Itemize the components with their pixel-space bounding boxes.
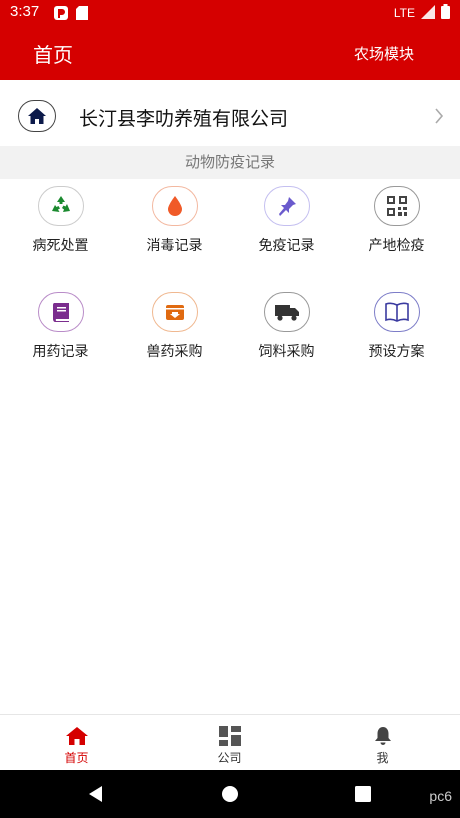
grid-label: 消毒记录 <box>146 238 203 254</box>
network-type: LTE <box>393 6 415 20</box>
farm-module-button[interactable]: 农场模块 <box>354 43 414 64</box>
open-book-icon <box>373 292 420 332</box>
nav-item-me[interactable]: 我 <box>306 715 459 771</box>
section-title: 动物防疫记录 <box>0 146 460 179</box>
recycle-icon <box>37 186 84 226</box>
grid-label: 病死处置 <box>32 238 89 254</box>
bell-icon <box>374 725 392 747</box>
dashboard-icon <box>218 725 241 747</box>
grid-label: 兽药采购 <box>146 344 203 360</box>
drop-icon <box>151 186 198 226</box>
status-right: LTE <box>394 4 450 22</box>
page-title: 首页 <box>33 43 73 67</box>
grid-label: 用药记录 <box>32 344 89 360</box>
grid-item-disposal[interactable]: 病死处置 <box>3 186 118 255</box>
sd-card-icon <box>76 5 88 24</box>
grid-label: 预设方案 <box>368 344 425 360</box>
qrcode-icon <box>373 186 420 226</box>
grid-label: 产地检疫 <box>368 238 425 254</box>
bottom-nav: 首页 公司 我 <box>0 714 460 770</box>
status-left-icons <box>54 5 88 24</box>
nav-item-company[interactable]: 公司 <box>153 715 306 771</box>
inbox-icon <box>151 292 198 332</box>
grid-label: 饲料采购 <box>258 344 315 360</box>
company-row[interactable]: 长汀县李叻养殖有限公司 <box>0 80 460 146</box>
truck-icon <box>263 292 310 332</box>
nav-item-home[interactable]: 首页 <box>0 715 153 771</box>
grid-item-vet-drug-purchase[interactable]: 兽药采购 <box>117 292 232 361</box>
chevron-right-icon <box>434 108 444 128</box>
grid-item-disinfection[interactable]: 消毒记录 <box>117 186 232 255</box>
grid-item-feed-purchase[interactable]: 饲料采购 <box>229 292 344 361</box>
pin-icon <box>263 186 310 226</box>
signal-icon <box>421 4 435 22</box>
grid-item-preset-plan[interactable]: 预设方案 <box>339 292 454 361</box>
grid-item-immunization[interactable]: 免疫记录 <box>229 186 344 255</box>
grid-item-medication[interactable]: 用药记录 <box>3 292 118 361</box>
status-time: 3:37 <box>10 3 40 20</box>
home-icon <box>18 100 56 132</box>
grid-item-quarantine[interactable]: 产地检疫 <box>339 186 454 255</box>
nav-label: 首页 <box>64 751 89 765</box>
app-bar: 首页 农场模块 <box>0 24 460 80</box>
nav-label: 公司 <box>217 751 242 765</box>
book-icon <box>37 292 84 332</box>
recents-icon[interactable] <box>353 784 373 804</box>
watermark: pc6 <box>429 788 452 804</box>
notification-icon <box>54 5 68 24</box>
home-circle-icon[interactable] <box>220 784 240 804</box>
home-icon <box>65 725 88 747</box>
company-name: 长汀县李叻养殖有限公司 <box>79 108 289 130</box>
back-icon[interactable] <box>86 784 106 804</box>
status-bar: 3:37 LTE <box>0 0 460 24</box>
grid-label: 免疫记录 <box>258 238 315 254</box>
nav-label: 我 <box>376 751 389 765</box>
battery-icon <box>441 4 450 22</box>
system-nav-bar: pc6 <box>0 770 460 818</box>
